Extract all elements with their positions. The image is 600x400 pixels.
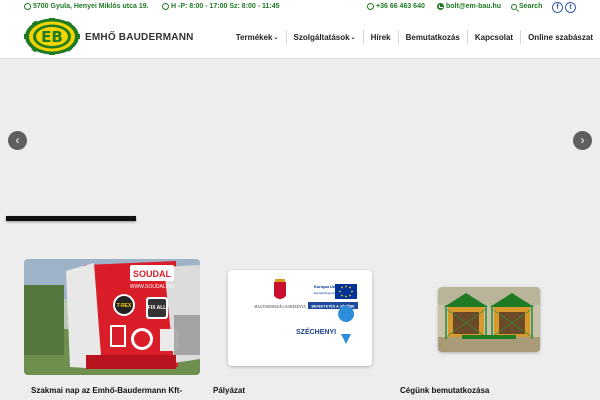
szechenyi-year: 2020 [342, 329, 352, 334]
chevron-left-icon: ‹ [15, 133, 20, 147]
card-image-text-soudal: SOUDAL [133, 269, 172, 279]
logo-gear-icon: EB [24, 18, 80, 55]
card-image-text-fixall: FIX ALL [148, 305, 167, 311]
search-icon [511, 3, 517, 10]
nav-item-szolgaltatasok[interactable]: Szolgáltatások ⌄ [287, 15, 363, 59]
eu-fund-label: Európai Regionális Fejlesztési Alap [314, 291, 358, 295]
email-check-icon [437, 3, 444, 10]
nav-item-termekek[interactable]: Termékek ⌄ [229, 15, 286, 59]
logo-text: EMHŐ BAUDERMANN [85, 32, 194, 43]
search-label: Search [519, 3, 543, 10]
site-header: EB EMHŐ BAUDERMANN Termékek ⌄ Szolgáltatá… [0, 15, 600, 59]
phone-link[interactable]: +36 66 463 640 [367, 3, 425, 10]
hero-slider: ‹ › [0, 59, 600, 239]
card-title[interactable]: Pályázat [213, 386, 245, 395]
eu-label: Európai Unió [314, 284, 339, 289]
logo[interactable]: EB [24, 18, 80, 55]
chevron-down-icon: ⌄ [350, 34, 356, 41]
chevron-down-icon: ⌄ [273, 34, 279, 41]
nav-item-bemutatkozas[interactable]: Bemutatkozás [399, 15, 467, 59]
nav-label: Online szabászat [528, 32, 593, 42]
hungary-coat-of-arms-icon [274, 279, 286, 299]
nav-item-kapcsolat[interactable]: Kapcsolat [468, 15, 520, 59]
hours-info: H -P: 8:00 - 17:00 Sz: 8:00 - 11:45 [162, 3, 280, 10]
card-image-soudal[interactable]: SOUDAL WWW.SOUDAL.HU T-REX FIX ALL [24, 259, 200, 375]
clock-icon [162, 3, 169, 10]
slide-caption-bar [6, 216, 136, 221]
search-link[interactable]: Search [511, 3, 542, 10]
location-icon [24, 3, 31, 10]
slider-prev-button[interactable]: ‹ [8, 131, 27, 150]
nav-label: Kapcsolat [474, 32, 514, 42]
card-image-szechenyi[interactable]: MAGYARORSZÁG KORMÁNYA Európai Unió Európ… [228, 270, 372, 366]
card-image-storefront[interactable] [438, 287, 540, 352]
phone-text: +36 66 463 640 [376, 3, 425, 10]
address-text: 5700 Gyula, Henyei Miklós utca 19. [33, 3, 149, 10]
svg-text:EB: EB [41, 28, 63, 46]
nav-label: Bemutatkozás [405, 32, 460, 42]
nav-label: Szolgáltatások [293, 32, 350, 42]
nav-item-hirek[interactable]: Hírek [364, 15, 398, 59]
facebook-icon[interactable]: f [552, 2, 563, 13]
nav-label: Hírek [370, 32, 391, 42]
gov-label: MAGYARORSZÁG KORMÁNYA [254, 304, 306, 309]
nav-item-online-szabaszat[interactable]: Online szabászat [521, 15, 600, 59]
card-title[interactable]: Szakmai nap az Emhő-Baudermann Kft- [31, 386, 182, 395]
slider-next-button[interactable]: › [573, 131, 592, 150]
card-image-text-url: WWW.SOUDAL.HU [130, 284, 175, 290]
email-link[interactable]: bolt@em-bau.hu [437, 3, 501, 10]
twitter-icon[interactable]: t [565, 2, 576, 13]
phone-icon [367, 3, 374, 10]
email-text: bolt@em-bau.hu [446, 3, 502, 10]
card-image-text-trex: T-REX [117, 303, 132, 309]
card-title[interactable]: Cégünk bemutatkozása [400, 386, 489, 395]
main-nav: Termékek ⌄ Szolgáltatások ⌄ Hírek Bemutatk… [229, 15, 600, 59]
top-info-bar: 5700 Gyula, Henyei Miklós utca 19. H -P:… [0, 0, 600, 15]
nav-label: Termékek [235, 32, 273, 42]
address-info: 5700 Gyula, Henyei Miklós utca 19. [24, 3, 149, 10]
hours-text: H -P: 8:00 - 17:00 Sz: 8:00 - 11:45 [171, 3, 280, 10]
szechenyi-label: SZÉCHENYI [296, 327, 336, 336]
chevron-right-icon: › [580, 133, 585, 147]
